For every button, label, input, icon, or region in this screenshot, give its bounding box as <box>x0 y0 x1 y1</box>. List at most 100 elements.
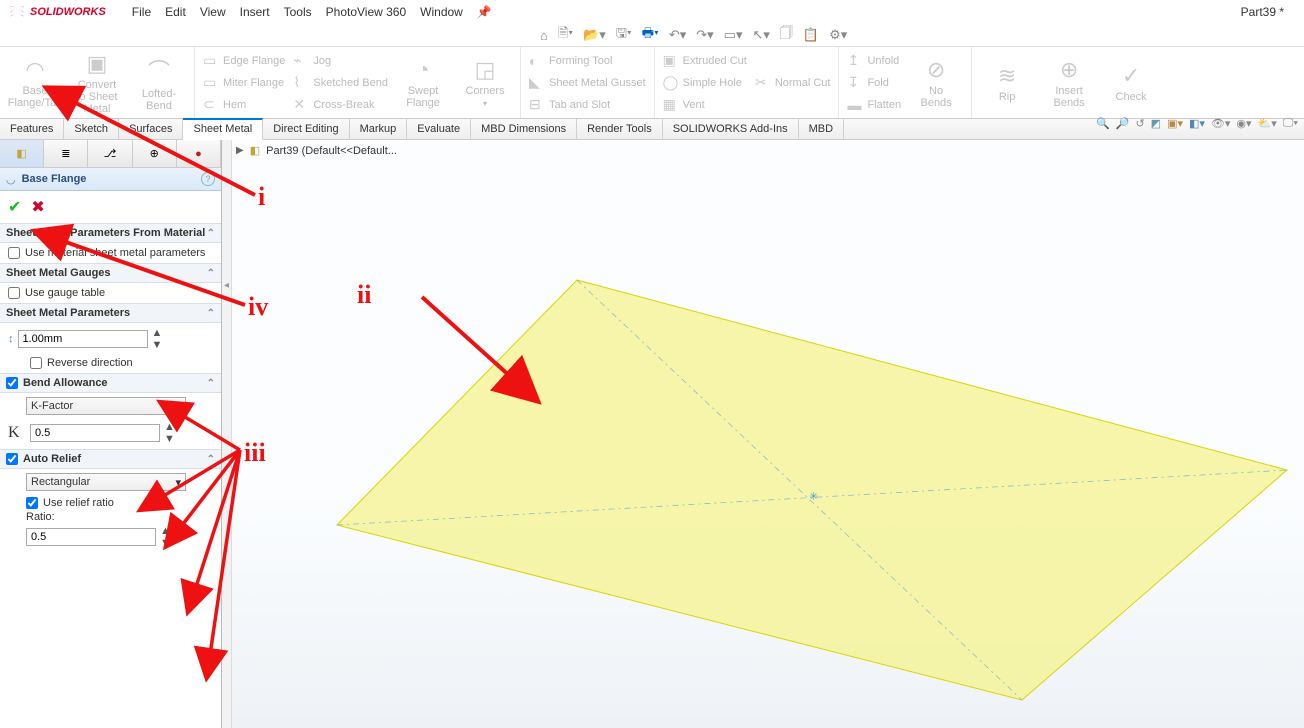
k-factor-input[interactable] <box>30 424 160 442</box>
tab-mbd[interactable]: MBD <box>799 118 844 140</box>
command-manager-tabs[interactable]: Features Sketch Surfaces Sheet Metal Dir… <box>0 118 1304 140</box>
view-orientation-icon[interactable]: ◧▾ <box>1189 117 1205 130</box>
config-tab[interactable]: ⎇ <box>88 140 132 167</box>
use-relief-ratio-checkbox[interactable]: Use relief ratio <box>26 497 213 509</box>
use-material-params-checkbox[interactable]: Use material sheet metal parameters <box>8 247 213 259</box>
spinner-buttons[interactable]: ▲▼ <box>164 421 175 445</box>
tab-evaluate[interactable]: Evaluate <box>407 118 471 140</box>
miter-flange-button[interactable]: ▭Miter Flange <box>203 72 285 94</box>
save-icon[interactable]: 🖫▾ <box>616 24 632 46</box>
property-tab[interactable]: ≣ <box>44 140 88 167</box>
panel-tabs[interactable]: ◧ ≣ ⎇ ⊕ ● <box>0 140 221 168</box>
vent-button[interactable]: ▦Vent <box>663 94 747 116</box>
tab-addins[interactable]: SOLIDWORKS Add-Ins <box>663 118 799 140</box>
cancel-button[interactable]: ✖ <box>31 197 44 217</box>
hem-button[interactable]: ⊂Hem <box>203 94 285 116</box>
scene-icon[interactable]: ⛅▾ <box>1258 117 1277 130</box>
insert-bends-button[interactable]: ⊕Insert Bends <box>1042 57 1096 109</box>
section-view-icon[interactable]: ◩ <box>1151 117 1161 130</box>
tab-sheet-metal[interactable]: Sheet Metal <box>183 118 263 140</box>
redo-icon[interactable]: ↷▾ <box>696 27 713 43</box>
simple-hole-button[interactable]: ◯Simple Hole <box>663 72 747 94</box>
unfold-button[interactable]: ↥Unfold <box>847 50 901 72</box>
hide-show-icon[interactable]: 👁▾ <box>1211 117 1231 130</box>
bend-allowance-type-combo[interactable]: K-Factor▾ <box>26 397 186 415</box>
section-material[interactable]: Sheet Metal Parameters From Material⌃ <box>0 223 221 243</box>
tab-render-tools[interactable]: Render Tools <box>577 118 663 140</box>
ratio-spinner[interactable]: ▲▼ <box>26 525 213 549</box>
use-gauge-table-checkbox[interactable]: Use gauge table <box>8 287 213 299</box>
extruded-cut-button[interactable]: ▣Extruded Cut <box>663 50 747 72</box>
tab-mbd-dimensions[interactable]: MBD Dimensions <box>471 118 577 140</box>
menu-bar[interactable]: File Edit View Insert Tools PhotoView 36… <box>132 5 492 19</box>
graphics-area[interactable]: ▶ ◧ Part39 (Default<<Default... ✳ <box>232 140 1304 728</box>
appearance-icon[interactable]: ◉▾ <box>1236 117 1251 130</box>
spinner-buttons[interactable]: ▲▼ <box>152 327 163 351</box>
flyout-handle[interactable]: ◂ <box>222 140 232 728</box>
display-style-icon[interactable]: ▣▾ <box>1167 117 1183 130</box>
section-sm-params[interactable]: Sheet Metal Parameters⌃ <box>0 303 221 323</box>
print-icon[interactable]: 🖶▾ <box>642 24 659 46</box>
lofted-bend-button[interactable]: ⌒Lofted-Bend <box>132 54 186 112</box>
tab-direct-editing[interactable]: Direct Editing <box>263 118 349 140</box>
section-auto-relief[interactable]: Auto Relief⌃ <box>0 449 221 469</box>
pin-icon[interactable]: 📌 <box>477 5 492 19</box>
ok-button[interactable]: ✔ <box>8 197 21 217</box>
menu-insert[interactable]: Insert <box>240 5 270 19</box>
heads-up-toolbar[interactable]: 🔍 🔎 ↺ ◩ ▣▾ ◧▾ 👁▾ ◉▾ ⛅▾ 🖵▾ <box>1096 117 1298 130</box>
check-button[interactable]: ✓Check <box>1104 63 1158 103</box>
home-icon[interactable]: ⌂ <box>540 28 548 43</box>
jog-button[interactable]: ⌁Jog <box>293 50 388 72</box>
corners-button[interactable]: ◲Corners▾ <box>458 57 512 108</box>
convert-sheet-metal-button[interactable]: ▣Convert to Sheet Metal <box>70 51 124 115</box>
edge-flange-button[interactable]: ▭Edge Flange <box>203 50 285 72</box>
options-icon[interactable]: 📋 <box>803 27 819 43</box>
no-bends-button[interactable]: ⊘No Bends <box>909 57 963 109</box>
prev-view-icon[interactable]: ↺ <box>1135 117 1144 130</box>
select-icon[interactable]: ▭▾ <box>724 27 743 43</box>
tab-slot-button[interactable]: ⊟Tab and Slot <box>529 94 646 116</box>
zoom-fit-icon[interactable]: 🔍 <box>1096 117 1110 130</box>
menu-edit[interactable]: Edit <box>165 5 186 19</box>
auto-relief-type-combo[interactable]: Rectangular▾ <box>26 473 186 491</box>
k-factor-spinner[interactable]: K ▲▼ <box>8 421 213 445</box>
tab-surfaces[interactable]: Surfaces <box>119 118 183 140</box>
menu-tools[interactable]: Tools <box>284 5 312 19</box>
help-icon[interactable]: ? <box>201 172 215 186</box>
forming-tool-button[interactable]: ◐Forming Tool <box>529 50 646 72</box>
spinner-buttons[interactable]: ▲▼ <box>160 525 171 549</box>
quick-access-toolbar[interactable]: ⌂ 🗎▾ 📂▾ 🖫▾ 🖶▾ ↶▾ ↷▾ ▭▾ ↖▾ 🗍 📋 ⚙▾ <box>0 24 1304 46</box>
open-icon[interactable]: 📂▾ <box>583 27 606 43</box>
ratio-input[interactable] <box>26 528 156 546</box>
cursor-icon[interactable]: ↖▾ <box>752 27 769 43</box>
settings-icon[interactable]: ⚙▾ <box>829 27 847 43</box>
menu-window[interactable]: Window <box>420 5 463 19</box>
tab-sketch[interactable]: Sketch <box>64 118 119 140</box>
menu-file[interactable]: File <box>132 5 151 19</box>
feature-tree-tab[interactable]: ◧ <box>0 140 44 167</box>
section-gauges[interactable]: Sheet Metal Gauges⌃ <box>0 263 221 283</box>
normal-cut-button[interactable]: ✂Normal Cut <box>755 72 831 94</box>
section-bend-allowance[interactable]: Bend Allowance⌃ <box>0 373 221 393</box>
rebuild-icon[interactable]: 🗍 <box>780 24 793 46</box>
menu-view[interactable]: View <box>200 5 226 19</box>
fold-button[interactable]: ↧Fold <box>847 72 901 94</box>
view-settings-icon[interactable]: 🖵▾ <box>1283 117 1298 130</box>
undo-icon[interactable]: ↶▾ <box>669 27 686 43</box>
thickness-input[interactable] <box>18 330 148 348</box>
flatten-button[interactable]: ▬Flatten <box>847 94 901 116</box>
tab-features[interactable]: Features <box>0 118 64 140</box>
thickness-spinner[interactable]: ↕ ▲▼ <box>8 327 213 351</box>
reverse-direction-checkbox[interactable]: Reverse direction <box>30 357 213 369</box>
sketched-bend-button[interactable]: ⌇Sketched Bend <box>293 72 388 94</box>
cross-break-button[interactable]: ✕Cross-Break <box>293 94 388 116</box>
new-icon[interactable]: 🗎▾ <box>558 24 573 46</box>
zoom-area-icon[interactable]: 🔎 <box>1116 117 1130 130</box>
dimxpert-tab[interactable]: ⊕ <box>133 140 177 167</box>
rip-button[interactable]: ≋Rip <box>980 63 1034 103</box>
swept-flange-button[interactable]: ◔Swept Flange <box>396 57 450 109</box>
menu-photoview[interactable]: PhotoView 360 <box>326 5 407 19</box>
tab-markup[interactable]: Markup <box>350 118 408 140</box>
base-flange-button[interactable]: ◠Base Flange/Tab <box>8 57 62 109</box>
appearance-tab[interactable]: ● <box>177 140 221 167</box>
